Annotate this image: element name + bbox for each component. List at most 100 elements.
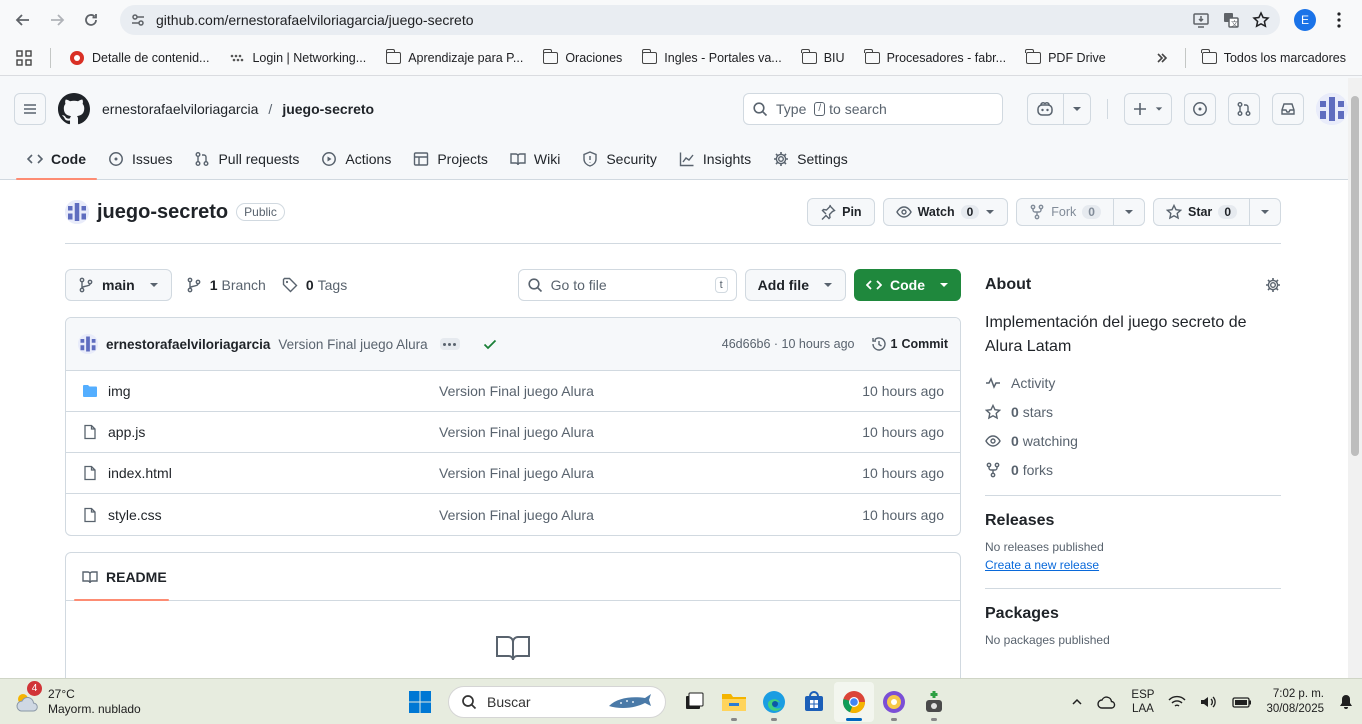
bookmark-item[interactable]: Detalle de contenid...	[61, 50, 217, 66]
notification-bell-icon[interactable]	[1338, 694, 1354, 710]
pinned-app[interactable]	[874, 682, 914, 722]
chevron-up-icon[interactable]	[1071, 696, 1083, 708]
back-button[interactable]	[8, 5, 38, 35]
edge-app[interactable]	[754, 682, 794, 722]
url-text[interactable]: github.com/ernestorafaelviloriagarcia/ju…	[156, 12, 1182, 28]
commit-message[interactable]: Version Final juego Alura	[278, 337, 427, 352]
file-row[interactable]: style.css Version Final juego Alura 10 h…	[66, 494, 960, 535]
bookmark-folder[interactable]: Aprendizaje para P...	[378, 48, 531, 65]
apps-button[interactable]	[8, 49, 40, 66]
store-app[interactable]	[794, 682, 834, 722]
commits-history-link[interactable]: 1 Commit	[871, 336, 948, 352]
translate-icon[interactable]: 文	[1222, 11, 1240, 29]
weather-widget[interactable]: 4 27°C Mayorm. nublado	[0, 680, 400, 717]
commit-author[interactable]: ernestorafaelviloriagarcia	[106, 337, 270, 352]
reload-button[interactable]	[76, 5, 106, 35]
file-row[interactable]: index.html Version Final juego Alura 10 …	[66, 453, 960, 494]
page-scrollbar[interactable]	[1348, 78, 1362, 678]
file-row[interactable]: app.js Version Final juego Alura 10 hour…	[66, 412, 960, 453]
star-dropdown[interactable]	[1250, 199, 1280, 225]
profile-avatar[interactable]: E	[1294, 9, 1316, 31]
profile-button[interactable]: E	[1290, 5, 1320, 35]
activity-link[interactable]: Activity	[985, 373, 1281, 392]
global-nav-menu-button[interactable]	[14, 93, 46, 125]
repo-name[interactable]: juego-secreto	[97, 201, 228, 224]
watch-button[interactable]: Watch 0	[882, 198, 1009, 226]
all-bookmarks-folder[interactable]: Todos los marcadores	[1194, 48, 1354, 65]
bookmark-folder[interactable]: Procesadores - fabr...	[857, 48, 1015, 65]
address-bar[interactable]: github.com/ernestorafaelviloriagarcia/ju…	[120, 5, 1280, 35]
bookmark-folder[interactable]: Ingles - Portales va...	[634, 48, 789, 65]
forks-link[interactable]: 0 forks	[985, 460, 1281, 479]
task-view-button[interactable]	[674, 682, 714, 722]
tab-wiki[interactable]: Wiki	[499, 142, 571, 176]
copilot-button[interactable]	[1027, 93, 1091, 125]
file-name[interactable]: app.js	[108, 424, 439, 440]
watching-link[interactable]: 0 watching	[985, 431, 1281, 450]
pinned-app-2[interactable]	[914, 682, 954, 722]
inbox-button[interactable]	[1272, 93, 1304, 125]
create-release-link[interactable]: Create a new release	[985, 558, 1281, 572]
clock[interactable]: 7:02 p. m. 30/08/2025	[1266, 687, 1324, 717]
taskbar-search[interactable]: Buscar	[448, 685, 666, 718]
file-name[interactable]: index.html	[108, 465, 439, 481]
breadcrumb-owner[interactable]: ernestorafaelviloriagarcia	[102, 101, 258, 117]
readme-tab[interactable]: README	[66, 553, 960, 601]
tab-security[interactable]: Security	[571, 142, 668, 176]
branches-link[interactable]: 1 Branch	[186, 277, 266, 293]
install-app-icon[interactable]	[1192, 11, 1210, 29]
forward-button[interactable]	[42, 5, 72, 35]
file-explorer-app[interactable]	[714, 682, 754, 722]
commit-author-avatar[interactable]	[78, 334, 98, 354]
chrome-app[interactable]	[834, 681, 874, 722]
tab-pull-requests[interactable]: Pull requests	[183, 142, 310, 176]
file-commit-message[interactable]: Version Final juego Alura	[439, 424, 862, 440]
branch-selector[interactable]: main	[65, 269, 172, 301]
file-commit-message[interactable]: Version Final juego Alura	[439, 507, 862, 523]
file-commit-message[interactable]: Version Final juego Alura	[439, 465, 862, 481]
pin-button[interactable]: Pin	[807, 198, 875, 226]
star-button[interactable]: Star 0	[1152, 198, 1281, 226]
user-avatar[interactable]	[1316, 93, 1348, 125]
github-logo-icon[interactable]	[58, 93, 90, 125]
bookmark-folder[interactable]: Oraciones	[535, 48, 630, 65]
file-name[interactable]: style.css	[108, 507, 439, 523]
file-name[interactable]: img	[108, 383, 439, 399]
scrollbar-thumb[interactable]	[1351, 96, 1359, 456]
file-commit-message[interactable]: Version Final juego Alura	[439, 383, 862, 399]
global-search-input[interactable]: Type / to search	[743, 93, 1003, 125]
battery-icon[interactable]	[1232, 695, 1252, 709]
tags-link[interactable]: 0 Tags	[282, 277, 347, 293]
tab-projects[interactable]: Projects	[402, 142, 499, 176]
tab-actions[interactable]: Actions	[310, 142, 402, 176]
stars-link[interactable]: 0 stars	[985, 402, 1281, 421]
more-bookmarks-button[interactable]	[1147, 51, 1177, 65]
add-file-button[interactable]: Add file	[744, 269, 846, 301]
code-button[interactable]: Code	[854, 269, 961, 301]
tab-issues[interactable]: Issues	[97, 142, 183, 176]
breadcrumb-repo[interactable]: juego-secreto	[282, 101, 374, 117]
wifi-icon[interactable]	[1168, 695, 1186, 709]
releases-title[interactable]: Releases	[985, 512, 1281, 530]
browser-menu-button[interactable]	[1324, 5, 1354, 35]
file-row[interactable]: img Version Final juego Alura 10 hours a…	[66, 371, 960, 412]
go-to-file-input[interactable]: Go to file t	[517, 269, 737, 301]
input-language[interactable]: ESP LAA	[1131, 688, 1154, 716]
tab-insights[interactable]: Insights	[668, 142, 762, 176]
bookmark-star-icon[interactable]	[1252, 11, 1270, 29]
start-button[interactable]	[400, 682, 440, 722]
fork-dropdown[interactable]	[1114, 199, 1144, 225]
packages-title[interactable]: Packages	[985, 605, 1281, 623]
pull-requests-nav-button[interactable]	[1228, 93, 1260, 125]
issues-nav-button[interactable]	[1184, 93, 1216, 125]
tab-settings[interactable]: Settings	[762, 142, 859, 176]
bookmark-folder[interactable]: BIU	[794, 48, 853, 65]
bookmark-item[interactable]: Login | Networking...	[221, 50, 374, 66]
commit-hash-time[interactable]: 46d66b6 · 10 hours ago	[722, 337, 855, 351]
tab-code[interactable]: Code	[16, 142, 97, 180]
gear-icon[interactable]	[1265, 277, 1281, 293]
create-new-button[interactable]	[1124, 93, 1172, 125]
volume-icon[interactable]	[1200, 695, 1218, 709]
site-info-icon[interactable]	[130, 12, 146, 28]
onedrive-cloud-icon[interactable]	[1097, 694, 1117, 710]
